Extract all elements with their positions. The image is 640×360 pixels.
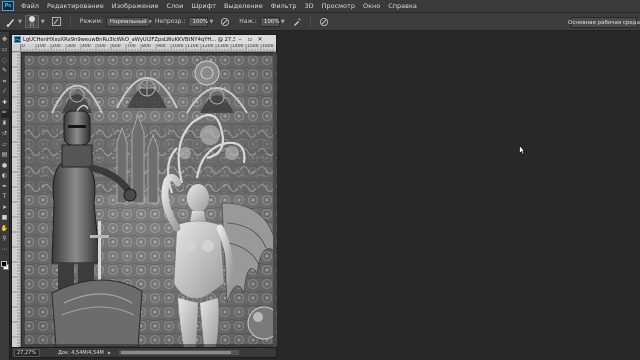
- ruler-label: 1400: [232, 44, 244, 49]
- vertical-scrollbar[interactable]: [273, 52, 276, 348]
- mouse-cursor-icon: [519, 145, 525, 155]
- ruler-label: 700: [127, 44, 136, 49]
- ruler-origin[interactable]: [12, 44, 21, 52]
- move-icon[interactable]: ✥: [1, 35, 9, 44]
- shape-icon[interactable]: ■: [1, 214, 9, 223]
- ruler-label: 200: [52, 44, 61, 49]
- menu-3d[interactable]: 3D: [300, 0, 317, 12]
- foreground-color-swatch[interactable]: [0, 260, 7, 267]
- document-tab[interactable]: Ps LgUCHenHXxoXRx9n9weuwBnRu3IcWkO_aWyUi…: [12, 35, 276, 44]
- brush-icon[interactable]: ✏: [0, 108, 9, 118]
- marquee-icon[interactable]: ▭: [1, 46, 9, 55]
- ruler-label: 500: [97, 44, 106, 49]
- opacity-field[interactable]: 100%: [188, 16, 209, 27]
- ruler-label: 600: [112, 44, 121, 49]
- document-window: Ps LgUCHenHXxoXRx9n9weuwBnRu3IcWkO_aWyUi…: [11, 34, 277, 358]
- flow-value: 100%: [263, 18, 280, 25]
- menu-type[interactable]: Шрифт: [187, 0, 220, 12]
- workspace-switcher[interactable]: Основная рабочая среда: [568, 17, 640, 28]
- document-status-bar: 27,27% Док: 4,54M/4,54M ▶: [12, 347, 276, 357]
- ruler-label: 1300: [217, 44, 229, 49]
- pressure-size-icon[interactable]: [317, 15, 331, 28]
- document-title: LgUCHenHXxoXRx9n9weuwBnRu3IcWkO_aWyUi2FZ…: [23, 36, 235, 43]
- separator: [69, 15, 71, 28]
- horizontal-ruler[interactable]: 0 100 200 300 400 500 600 700 800 900 10…: [21, 44, 276, 52]
- menu-edit[interactable]: Редактирование: [43, 0, 108, 12]
- gradient-icon[interactable]: ▤: [1, 151, 9, 160]
- lasso-icon[interactable]: ◌: [1, 56, 9, 65]
- type-icon[interactable]: T: [1, 193, 9, 202]
- eyedropper-icon[interactable]: ⁄: [1, 88, 9, 97]
- menu-filter[interactable]: Фильтр: [267, 0, 301, 12]
- more-tools-icon[interactable]: ⋯: [1, 245, 9, 254]
- path-select-icon[interactable]: ➤: [1, 203, 9, 212]
- scrollbar-thumb[interactable]: [120, 351, 231, 354]
- dodge-icon[interactable]: ◐: [1, 172, 9, 181]
- tool-preset-dropdown-icon[interactable]: ▼: [18, 19, 22, 25]
- ruler-label: 1100: [187, 44, 199, 49]
- opacity-value: 100%: [192, 18, 209, 25]
- pressure-opacity-icon[interactable]: [218, 15, 232, 28]
- crop-icon[interactable]: ⌗: [1, 77, 9, 86]
- ruler-label: 400: [82, 44, 91, 49]
- brush-dropdown-icon[interactable]: ▼: [41, 19, 45, 25]
- airbrush-icon[interactable]: [290, 15, 304, 28]
- document-size-info[interactable]: Док: 4,54M/4,54M: [58, 350, 104, 356]
- mode-select[interactable]: Нормальный ▼: [105, 16, 152, 27]
- ruler-label: 300: [67, 44, 76, 49]
- menu-image[interactable]: Изображение: [108, 0, 163, 12]
- artwork-image: [22, 53, 277, 347]
- ruler-label: 100: [37, 44, 46, 49]
- options-bar: ▼ 21 ▼ Режим: Нормальный ▼ Непрозр.: 100…: [0, 12, 640, 31]
- history-brush-icon[interactable]: ↺: [1, 130, 9, 139]
- menu-bar: Ps Файл Редактирование Изображение Слои …: [0, 0, 640, 12]
- chevron-down-icon: ▼: [148, 19, 152, 24]
- ruler-label: 1200: [202, 44, 214, 49]
- separator: [309, 15, 311, 28]
- brush-tool-preset-icon[interactable]: [3, 15, 18, 28]
- close-icon[interactable]: ✕: [255, 35, 265, 44]
- canvas[interactable]: [22, 53, 277, 347]
- zoom-icon[interactable]: ⚲: [1, 235, 9, 244]
- healing-icon[interactable]: ✚: [1, 98, 9, 107]
- flow-label: Наж.:: [239, 18, 257, 25]
- opacity-slider-icon[interactable]: ▼: [209, 19, 213, 25]
- ruler-label: 1600: [262, 44, 274, 49]
- menu-file[interactable]: Файл: [17, 0, 43, 12]
- flow-field[interactable]: 100%: [259, 16, 280, 27]
- menu-view[interactable]: Просмотр: [318, 0, 359, 12]
- ruler-label: 1000: [172, 44, 184, 49]
- quick-select-icon[interactable]: ✎: [1, 67, 9, 76]
- ruler-label: 800: [142, 44, 151, 49]
- vertical-ruler[interactable]: [12, 52, 21, 348]
- eraser-icon[interactable]: ▱: [1, 140, 9, 149]
- mode-value: Нормальный: [109, 18, 147, 25]
- toolbox: ✥ ▭ ◌ ✎ ⌗ ⁄ ✚ ✏ ♜ ↺ ▱ ▤ ● ◐ ✒ T ➤ ■ ✋ ⚲ …: [0, 32, 10, 360]
- ruler-label: 1500: [247, 44, 259, 49]
- horizontal-scrollbar[interactable]: [118, 350, 239, 355]
- chevron-right-icon[interactable]: ▶: [108, 350, 111, 355]
- stamp-icon[interactable]: ♜: [1, 119, 9, 128]
- pen-icon[interactable]: ✒: [1, 182, 9, 191]
- menu-select[interactable]: Выделение: [220, 0, 267, 12]
- maximize-icon[interactable]: ▫: [245, 35, 255, 44]
- ruler-label: 0: [22, 44, 25, 49]
- minimize-icon[interactable]: –: [235, 35, 245, 44]
- photoshop-document-icon: Ps: [14, 36, 21, 43]
- flow-slider-icon[interactable]: ▼: [281, 19, 285, 25]
- menu-window[interactable]: Окно: [359, 0, 384, 12]
- menu-help[interactable]: Справка: [384, 0, 421, 12]
- mode-label: Режим:: [79, 18, 103, 25]
- photoshop-logo: Ps: [2, 1, 14, 11]
- brush-size-picker[interactable]: 21: [24, 15, 39, 28]
- brush-panel-toggle-icon[interactable]: [50, 15, 64, 28]
- blur-icon[interactable]: ●: [1, 161, 9, 170]
- hand-icon[interactable]: ✋: [1, 224, 9, 233]
- opacity-label: Непрозр.:: [154, 18, 186, 25]
- color-swatches[interactable]: [0, 260, 10, 276]
- zoom-level-field[interactable]: 27,27%: [14, 348, 40, 357]
- ruler-label: 900: [157, 44, 166, 49]
- menu-layers[interactable]: Слои: [162, 0, 187, 12]
- brush-size-value: 21: [29, 22, 35, 27]
